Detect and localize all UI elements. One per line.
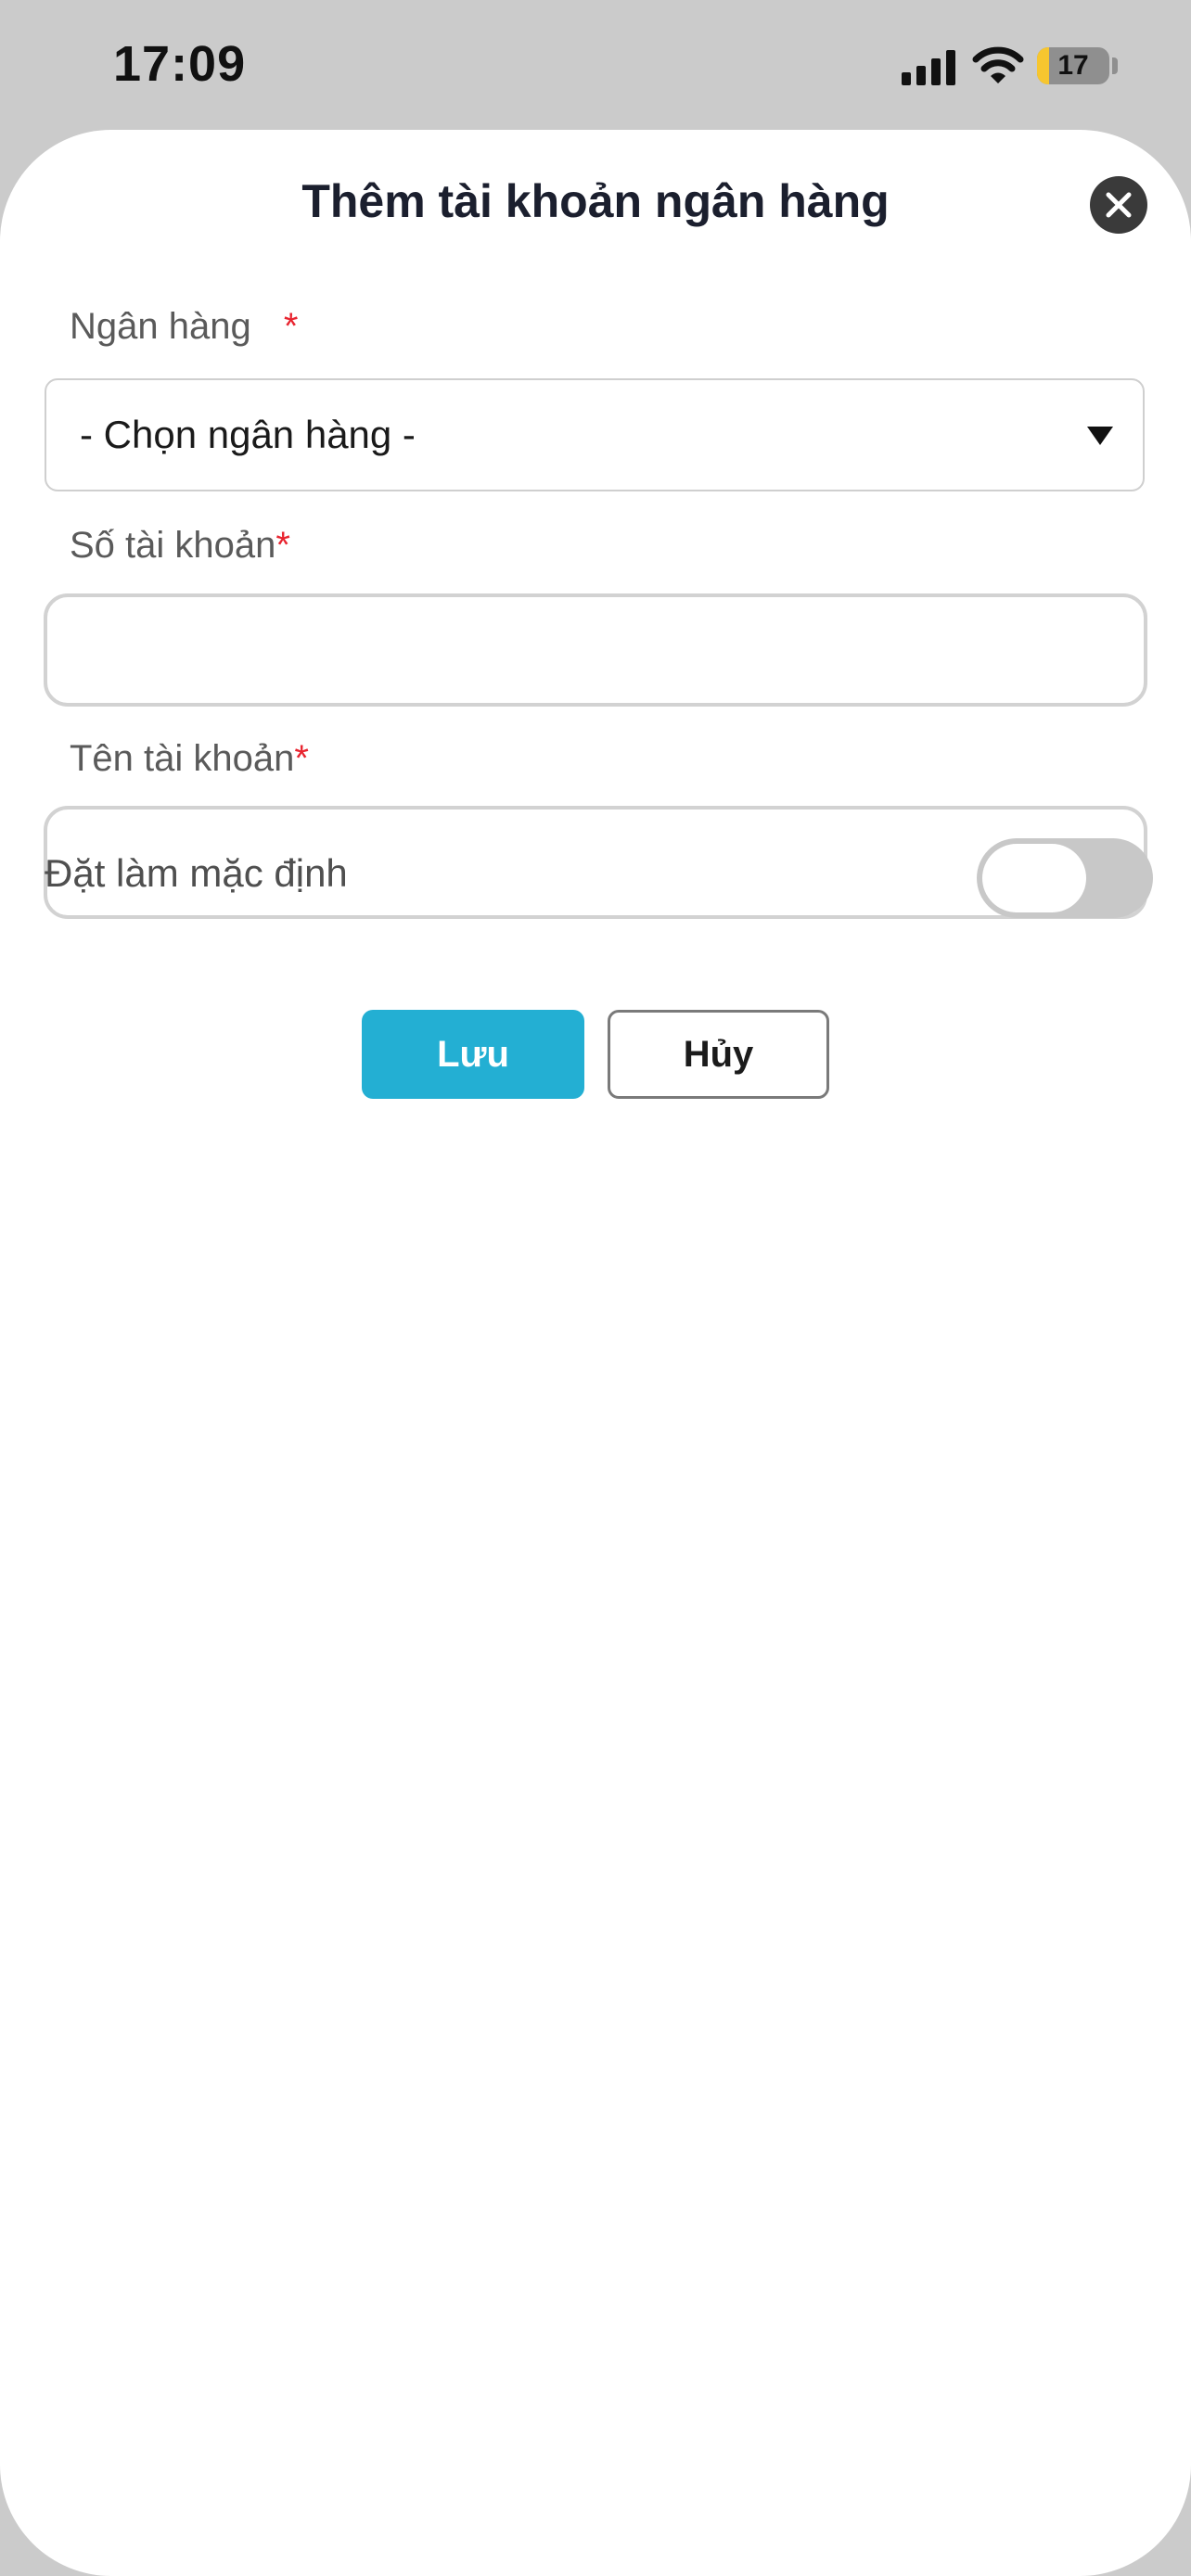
dropdown-arrow-icon — [1087, 427, 1113, 445]
account-name-label-text: Tên tài khoản — [70, 738, 295, 779]
battery-icon: 17 — [1037, 47, 1109, 84]
bank-select-value: - Chọn ngân hàng - — [80, 413, 416, 456]
cancel-button[interactable]: Hủy — [608, 1010, 829, 1099]
bank-label-text: Ngân hàng — [70, 306, 251, 347]
battery-level: 17 — [1057, 50, 1089, 81]
status-time: 17:09 — [113, 36, 247, 92]
account-name-label: Tên tài khoản* — [70, 738, 309, 780]
status-bar: 17:09 17 — [0, 0, 1191, 130]
account-number-label: Số tài khoản* — [70, 525, 290, 567]
required-mark: * — [294, 738, 309, 779]
close-icon — [1106, 192, 1132, 218]
sheet-title: Thêm tài khoản ngân hàng — [301, 175, 890, 227]
required-mark: * — [275, 525, 290, 566]
account-number-label-text: Số tài khoản — [70, 525, 276, 566]
close-button[interactable] — [1090, 176, 1147, 234]
required-mark: * — [283, 306, 299, 347]
wifi-icon — [972, 46, 1024, 83]
save-button[interactable]: Lưu — [362, 1010, 584, 1099]
battery-cap — [1112, 57, 1118, 74]
bank-label: Ngân hàng * — [70, 306, 298, 348]
add-bank-account-sheet: Thêm tài khoản ngân hàng Ngân hàng * - C… — [0, 130, 1191, 2576]
signal-icon — [902, 50, 955, 85]
account-number-input[interactable] — [44, 593, 1147, 707]
bank-select[interactable]: - Chọn ngân hàng - — [45, 378, 1145, 491]
toggle-knob — [982, 844, 1086, 912]
set-default-toggle[interactable] — [977, 838, 1153, 918]
set-default-label: Đặt làm mặc định — [45, 851, 348, 895]
